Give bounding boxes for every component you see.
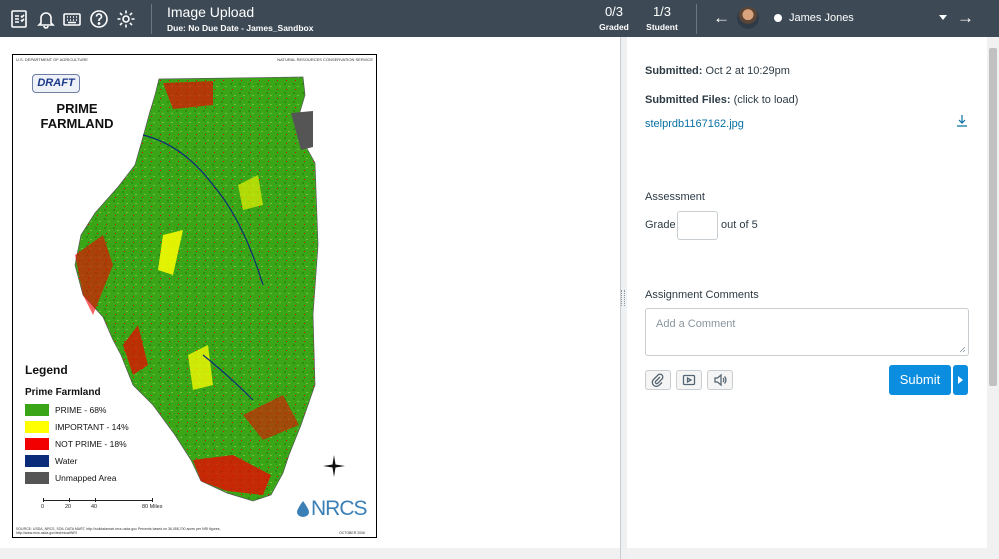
- comment-placeholder: Add a Comment: [656, 318, 736, 330]
- nrcs-logo: NRCS: [311, 497, 368, 520]
- legend-item: Water: [25, 454, 77, 467]
- scale-tick: 20: [65, 504, 72, 510]
- scale-tick: 40: [91, 504, 98, 510]
- student-status-dot: [774, 14, 782, 22]
- legend-swatch: [25, 403, 49, 416]
- legend-swatch: [25, 454, 49, 467]
- header-divider: [151, 4, 152, 34]
- grade-label: Grade: [645, 219, 676, 231]
- download-icon[interactable]: [955, 114, 969, 128]
- legend-title: Legend: [25, 363, 68, 377]
- grading-panel: Submitted: Oct 2 at 10:29pm Submitted Fi…: [627, 37, 987, 559]
- resize-corner-icon[interactable]: [959, 346, 966, 353]
- student-number: 1/3: [652, 4, 672, 19]
- top-bar: Image Upload Due: No Due Date - James_Sa…: [0, 0, 999, 37]
- assignment-list-icon[interactable]: [8, 8, 30, 30]
- grade-input[interactable]: [677, 211, 718, 240]
- preview-horizontal-scrollbar[interactable]: [0, 548, 620, 559]
- submitted-date: Oct 2 at 10:29pm: [705, 65, 790, 77]
- submitted-info: Submitted: Oct 2 at 10:29pm: [645, 65, 790, 77]
- legend-item: NOT PRIME - 18%: [25, 437, 127, 450]
- assessment-heading: Assessment: [645, 191, 705, 203]
- bell-icon[interactable]: [35, 8, 57, 30]
- paperclip-icon: [651, 373, 664, 387]
- legend-label: PRIME - 68%: [55, 404, 107, 415]
- audio-comment-button[interactable]: [707, 370, 733, 390]
- submitted-files-hint: (click to load): [733, 94, 799, 106]
- video-icon: [682, 374, 696, 386]
- nrcs-logo-icon: [297, 501, 309, 517]
- next-student-button[interactable]: →: [957, 9, 974, 27]
- legend-swatch: [25, 420, 49, 433]
- vertical-scrollbar-thumb[interactable]: [989, 48, 997, 386]
- media-comment-button[interactable]: [676, 370, 702, 390]
- help-icon[interactable]: [88, 8, 110, 30]
- map-title: PRIME FARMLAND: [40, 101, 114, 131]
- student-dropdown-icon[interactable]: [939, 15, 947, 20]
- comments-heading: Assignment Comments: [645, 289, 759, 301]
- scale-tick: 80 Miles: [142, 504, 163, 510]
- map-source: SOURCE: USDA, NRCS, SOIL DATA MART, http…: [16, 527, 221, 535]
- student-count: 1/3 Student: [645, 4, 679, 32]
- scale-tick: 0: [41, 504, 45, 510]
- scale-bar: 0 20 40 80 Miles: [39, 496, 164, 518]
- gear-icon[interactable]: [115, 8, 137, 30]
- legend-label: NOT PRIME - 18%: [55, 438, 127, 449]
- farmland-map-image: U.S. DEPARTMENT OF AGRICULTURE NATURAL R…: [12, 54, 377, 538]
- legend-label: Water: [55, 455, 78, 466]
- header-divider: [696, 4, 697, 34]
- student-name[interactable]: James Jones: [789, 12, 854, 24]
- comment-textarea[interactable]: Add a Comment: [645, 308, 969, 356]
- grade-out-of: out of 5: [721, 219, 758, 231]
- legend-subtitle: Prime Farmland: [25, 387, 101, 398]
- compass-icon: [323, 455, 345, 477]
- speaker-icon: [714, 373, 727, 387]
- submitted-files-label: Submitted Files:: [645, 94, 731, 106]
- previous-student-button[interactable]: ←: [713, 9, 730, 27]
- submit-options-button[interactable]: [953, 365, 968, 395]
- submit-comment-button[interactable]: Submit: [889, 365, 951, 395]
- avatar: [737, 7, 759, 29]
- panel-horizontal-scrollbar[interactable]: [627, 548, 987, 559]
- due-date: Due: No Due Date - James_Sandbox: [167, 23, 314, 33]
- graded-count: 0/3 Graded: [597, 4, 631, 32]
- attach-file-button[interactable]: [645, 370, 671, 390]
- submitted-files-info: Submitted Files: (click to load): [645, 94, 798, 106]
- legend-item: IMPORTANT - 14%: [25, 420, 129, 433]
- keyboard-icon[interactable]: [61, 8, 83, 30]
- assignment-title[interactable]: Image Upload: [167, 4, 254, 20]
- legend-swatch: [25, 437, 49, 450]
- legend-label: IMPORTANT - 14%: [55, 421, 129, 432]
- graded-number: 0/3: [604, 4, 624, 19]
- legend-swatch: [25, 471, 49, 484]
- legend-item: PRIME - 68%: [25, 403, 107, 416]
- legend-label: Unmapped Area: [55, 472, 117, 483]
- resize-grip-icon[interactable]: [621, 290, 625, 306]
- submitted-file-link[interactable]: stelprdb1167162.jpg: [645, 118, 744, 130]
- draft-badge: DRAFT: [32, 74, 80, 93]
- map-date: OCTOBER 2006: [339, 531, 366, 535]
- student-label: Student: [646, 22, 678, 32]
- legend-item: Unmapped Area: [25, 471, 116, 484]
- submitted-label: Submitted:: [645, 65, 703, 77]
- graded-label: Graded: [599, 22, 629, 32]
